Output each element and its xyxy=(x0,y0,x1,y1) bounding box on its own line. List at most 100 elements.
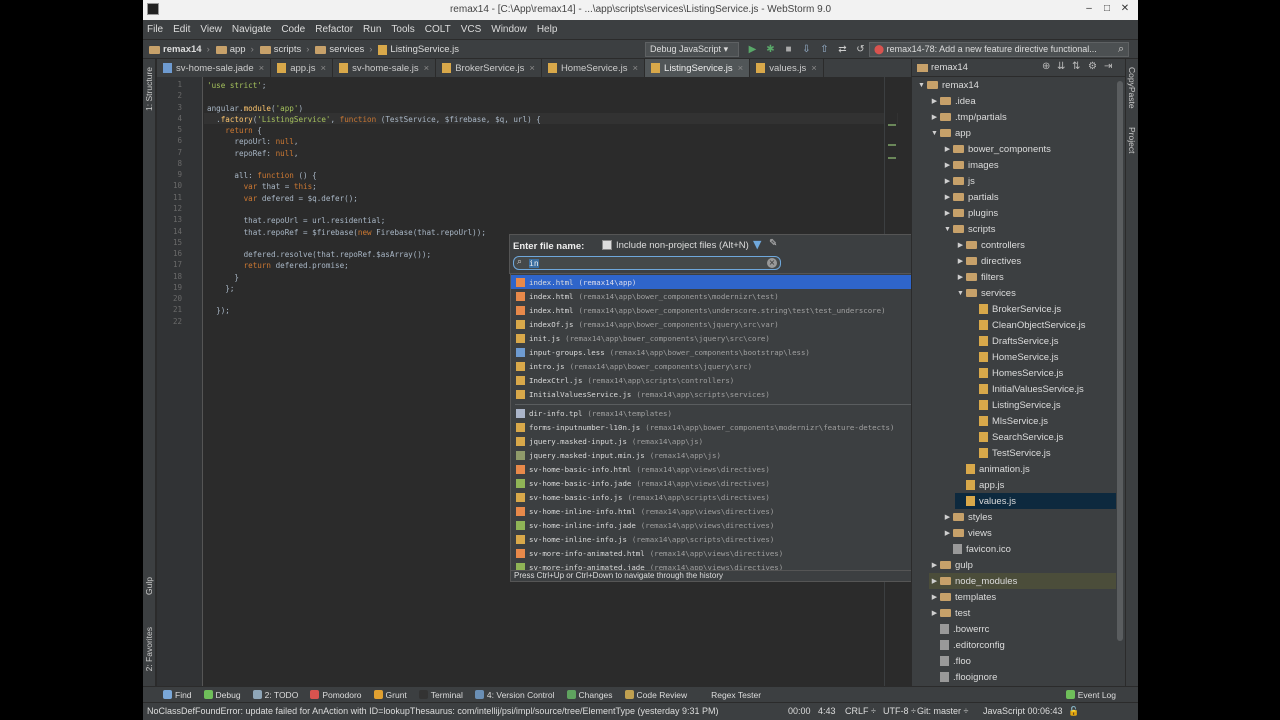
tool-window-button[interactable]: Grunt xyxy=(373,690,407,700)
menu-navigate[interactable]: Navigate xyxy=(232,24,271,35)
code-line[interactable]: }); xyxy=(207,305,230,316)
tab-listing-service[interactable]: ListingService.js × xyxy=(645,59,751,77)
file-result-row[interactable]: jquery.masked-input.min.js (remax14\app\j… xyxy=(511,448,913,462)
line-separator[interactable]: CRLF ÷ xyxy=(845,706,876,716)
vcs-commit-icon[interactable]: ⇧ xyxy=(817,43,832,56)
file-result-row[interactable]: sv-home-basic-info.html (remax14\app\view… xyxy=(511,462,913,476)
search-everywhere-icon[interactable]: ⌕ xyxy=(1118,43,1124,56)
chevron-right-icon[interactable]: ▶ xyxy=(929,113,940,121)
coverage-icon[interactable]: ■ xyxy=(781,43,796,56)
menu-view[interactable]: View xyxy=(200,24,222,35)
code-line[interactable]: all: function () { xyxy=(207,170,316,181)
tool-window-button[interactable]: Find xyxy=(163,690,192,700)
project-tree-node[interactable]: CleanObjectService.js xyxy=(968,317,1085,333)
close-icon[interactable]: × xyxy=(259,63,265,74)
code-line[interactable]: angular.module('app') xyxy=(207,103,303,114)
file-result-row[interactable]: index.html (remax14\app) xyxy=(511,275,913,289)
compare-icon[interactable]: ⇄ xyxy=(835,43,850,56)
file-result-row[interactable]: sv-home-inline-info.js (remax14\app\scrip… xyxy=(511,532,913,546)
project-tree-node[interactable]: ▼ remax14 xyxy=(916,77,979,93)
file-result-row[interactable]: dir-info.tpl (remax14\templates) xyxy=(511,406,913,420)
project-tree-node[interactable]: ▶ directives xyxy=(955,253,1021,269)
menu-window[interactable]: Window xyxy=(491,24,527,35)
hide-icon[interactable]: ⇥ xyxy=(1104,61,1112,72)
close-icon[interactable]: × xyxy=(424,63,430,74)
pomodoro-timer[interactable]: 00:00 xyxy=(788,706,811,716)
run-icon[interactable]: ▶ xyxy=(745,43,760,56)
file-result-row[interactable]: forms-inputnumber-l10n.js (remax14\app\bo… xyxy=(511,420,913,434)
project-tree-node[interactable]: HomeService.js xyxy=(968,349,1059,365)
caret-position[interactable]: 4:43 xyxy=(818,706,836,716)
chevron-right-icon[interactable]: ▶ xyxy=(942,529,953,537)
chevron-right-icon[interactable]: ▶ xyxy=(955,241,966,249)
project-tree-node[interactable]: MlsService.js xyxy=(968,413,1048,429)
project-tree-node[interactable]: ListingService.js xyxy=(968,397,1061,413)
tab-values-js[interactable]: values.js × xyxy=(750,59,824,77)
file-result-row[interactable]: indexOf.js (remax14\app\bower_components\… xyxy=(511,317,913,331)
chevron-right-icon[interactable]: ▶ xyxy=(929,577,940,585)
tab-gulp[interactable]: Gulp xyxy=(144,577,154,595)
clear-icon[interactable]: × xyxy=(767,258,777,268)
chevron-down-icon[interactable]: ▼ xyxy=(942,226,953,233)
close-icon[interactable]: × xyxy=(632,63,638,74)
project-tree-node[interactable]: TestService.js xyxy=(968,445,1051,461)
project-tree-node[interactable]: .bowerrc xyxy=(929,621,989,637)
language-and-time[interactable]: JavaScript 00:06:43 xyxy=(983,706,1063,716)
project-tree-node[interactable]: values.js xyxy=(955,493,1116,509)
tool-window-button[interactable]: Debug xyxy=(203,690,241,700)
active-task-select[interactable]: ⬤ remax14-78: Add a new feature directiv… xyxy=(869,42,1129,57)
chevron-right-icon[interactable]: ▶ xyxy=(929,561,940,569)
code-line[interactable]: that.repoRef = $firebase(new Firebase(th… xyxy=(207,227,486,238)
include-non-project-checkbox[interactable] xyxy=(602,240,612,250)
breadcrumb-item[interactable]: app › xyxy=(215,44,254,55)
breadcrumb-item[interactable]: remax14 › xyxy=(149,44,210,55)
code-line[interactable]: that.repoUrl = url.residential; xyxy=(207,215,386,226)
chevron-right-icon[interactable]: ▶ xyxy=(942,209,953,217)
tool-window-button[interactable]: Code Review xyxy=(624,690,687,700)
git-branch[interactable]: Git: master ÷ xyxy=(917,706,968,716)
pin-icon[interactable]: ✎ xyxy=(769,238,777,249)
tool-window-button[interactable]: Changes xyxy=(566,690,613,700)
project-tree-node[interactable]: ▶ bower_components xyxy=(942,141,1051,157)
tab-structure[interactable]: 1: Structure xyxy=(144,67,154,111)
breadcrumb-item[interactable]: ListingService.js xyxy=(378,44,459,55)
project-tree-node[interactable]: DraftsService.js xyxy=(968,333,1059,349)
menu-edit[interactable]: Edit xyxy=(173,24,190,35)
lock-icon[interactable]: 🔓 xyxy=(1068,706,1079,717)
error-stripe-mark[interactable] xyxy=(888,157,896,159)
tool-window-button[interactable]: 2: TODO xyxy=(252,690,298,700)
project-tree-node[interactable]: ▶ templates xyxy=(929,589,996,605)
project-tree-node[interactable]: ▶ js xyxy=(942,173,975,189)
run-configuration-select[interactable]: Debug JavaScript ▾ xyxy=(645,42,739,57)
file-result-row[interactable]: InitialValuesService.js (remax14\app\scri… xyxy=(511,387,913,401)
tab-sv-home-sale-js[interactable]: sv-home-sale.js × xyxy=(333,59,437,77)
chevron-right-icon[interactable]: ▶ xyxy=(942,145,953,153)
code-line[interactable]: } xyxy=(207,272,239,283)
revert-icon[interactable]: ↺ xyxy=(853,43,868,56)
menu-file[interactable]: File xyxy=(147,24,163,35)
project-tree-node[interactable]: ▶ plugins xyxy=(942,205,998,221)
code-line[interactable]: repoRef: null, xyxy=(207,148,298,159)
chevron-down-icon[interactable]: ▼ xyxy=(955,290,966,297)
chevron-right-icon[interactable]: ▶ xyxy=(942,177,953,185)
project-tree-node[interactable]: ▼ services xyxy=(955,285,1016,301)
include-non-project-label[interactable]: Include non-project files (Alt+N) xyxy=(616,240,749,251)
filter-icon[interactable]: ▼ xyxy=(753,238,761,251)
chevron-right-icon[interactable]: ▶ xyxy=(929,97,940,105)
project-tree-node[interactable]: animation.js xyxy=(955,461,1030,477)
menu-refactor[interactable]: Refactor xyxy=(315,24,353,35)
file-search-input[interactable] xyxy=(529,258,759,269)
tool-window-button[interactable]: Pomodoro xyxy=(310,690,362,700)
menu-colt[interactable]: COLT xyxy=(425,24,451,35)
project-name[interactable]: remax14 xyxy=(931,62,968,73)
project-tree-node[interactable]: ▶ .idea xyxy=(929,93,976,109)
maximize-button[interactable]: □ xyxy=(1098,2,1116,16)
file-result-row[interactable]: sv-more-info-animated.html (remax14\app\v… xyxy=(511,546,913,560)
collapse-all-icon[interactable]: ⇊ xyxy=(1057,61,1065,72)
chevron-right-icon[interactable]: ▶ xyxy=(955,273,966,281)
chevron-right-icon[interactable]: ▶ xyxy=(929,609,940,617)
menu-code[interactable]: Code xyxy=(281,24,305,35)
tab-copy-paste[interactable]: CopyPaste xyxy=(1127,67,1137,109)
project-tree-node[interactable]: ▶ gulp xyxy=(929,557,973,573)
file-result-row[interactable]: sv-home-basic-info.js (remax14\app\script… xyxy=(511,490,913,504)
